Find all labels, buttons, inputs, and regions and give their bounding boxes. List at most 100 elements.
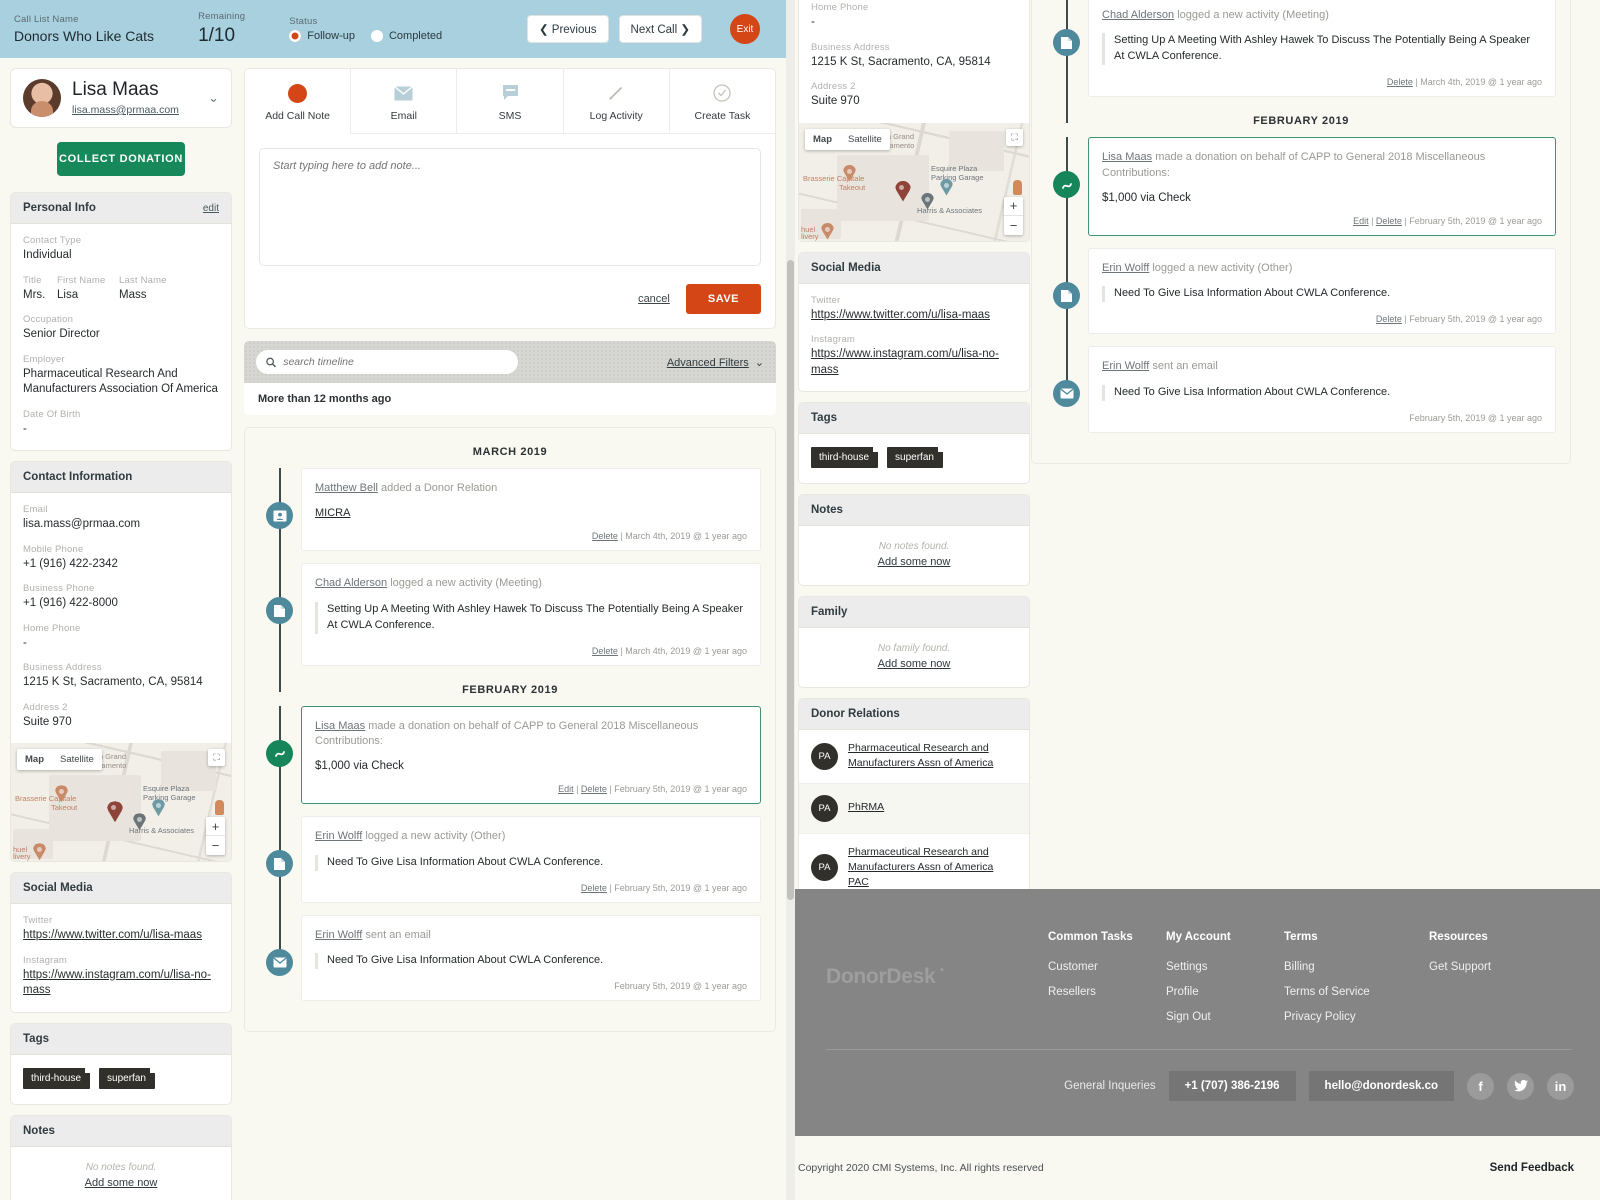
map-type-control[interactable]: Map Satellite (805, 128, 890, 150)
map-tab-satellite[interactable]: Satellite (52, 749, 102, 770)
timeline-delete-link[interactable]: Delete (1376, 216, 1402, 226)
footer-link-sign-out[interactable]: Sign Out (1166, 1011, 1284, 1023)
timeline-body: Need To Give Lisa Information About CWLA… (1102, 286, 1542, 303)
advanced-filters-toggle[interactable]: Advanced Filters ⌄ (667, 356, 764, 369)
timeline-actor[interactable]: Chad Alderson (1102, 9, 1174, 21)
timeline-actor[interactable]: Erin Wolff (315, 929, 362, 941)
footer-link-resellers[interactable]: Resellers (1048, 986, 1166, 998)
notes-empty-text: No notes found. (878, 541, 950, 553)
map-tab-satellite[interactable]: Satellite (840, 129, 890, 150)
relation-name-link[interactable]: PhRMA (848, 800, 884, 815)
timeline-actor[interactable]: Lisa Maas (1102, 151, 1152, 163)
map-tab-map[interactable]: Map (17, 749, 52, 770)
footer-link-privacy-policy[interactable]: Privacy Policy (1284, 1011, 1429, 1023)
contact-email-link[interactable]: lisa.mass@prmaa.com (72, 104, 179, 116)
search-timeline-field[interactable] (256, 350, 518, 374)
timeline-edit-link[interactable]: Edit (1353, 216, 1369, 226)
previous-button[interactable]: ❮ Previous (526, 15, 609, 43)
cancel-note-link[interactable]: cancel (638, 293, 670, 305)
footer-phone-button[interactable]: +1 (707) 386-2196 (1168, 1071, 1296, 1101)
map-zoom-out-button[interactable]: − (1004, 216, 1023, 235)
footer-heading: Resources (1429, 931, 1488, 943)
timeline-actor[interactable]: Matthew Bell (315, 482, 378, 494)
notes-add-link[interactable]: Add some now (85, 1177, 158, 1189)
send-feedback-link[interactable]: Send Feedback (1490, 1162, 1574, 1174)
timeline-actor[interactable]: Erin Wolff (1102, 262, 1149, 274)
instagram-link[interactable]: https://www.instagram.com/u/lisa-no-mass (811, 348, 999, 376)
relation-name-link[interactable]: Pharmaceutical Research and Manufacturer… (848, 845, 1017, 891)
donor-relation-row[interactable]: PA PhRMA (799, 783, 1029, 834)
twitter-link[interactable]: https://www.twitter.com/u/lisa-maas (23, 929, 202, 941)
exit-button[interactable]: Exit (730, 14, 760, 44)
timeline-body: Setting Up A Meeting With Ashley Hawek T… (1102, 33, 1542, 66)
social-media-title: Social Media (811, 261, 881, 274)
timeline-actor[interactable]: Chad Alderson (315, 577, 387, 589)
next-call-button[interactable]: Next Call ❯ (618, 15, 702, 43)
tab-log-activity[interactable]: Log Activity (563, 69, 670, 134)
facebook-icon[interactable]: f (1467, 1072, 1494, 1100)
chevron-down-icon[interactable]: ⌄ (208, 90, 219, 106)
donor-relation-row[interactable]: PA Pharmaceutical Research and Manufactu… (799, 730, 1029, 784)
status-radio-completed[interactable]: Completed (370, 30, 442, 42)
timeline-delete-link[interactable]: Delete (592, 646, 618, 656)
save-note-button[interactable]: SAVE (685, 284, 761, 314)
address-map[interactable]: iton Grand acramento Esquire Plaza Parki… (799, 122, 1029, 241)
timeline-relation-link[interactable]: MICRA (315, 507, 747, 519)
note-input[interactable] (259, 148, 761, 266)
tab-sms[interactable]: SMS (457, 69, 564, 134)
map-zoom-in-button[interactable]: + (1004, 197, 1023, 216)
instagram-link[interactable]: https://www.instagram.com/u/lisa-no-mass (23, 969, 211, 997)
address-map[interactable]: iton Grand acramento Esquire Plaza Parki… (11, 743, 231, 862)
map-zoom-in-button[interactable]: + (206, 817, 225, 837)
relation-name-link[interactable]: Pharmaceutical Research and Manufacturer… (848, 741, 1017, 771)
tag-chip[interactable]: third-house (811, 447, 879, 469)
tag-chip[interactable]: superfan (99, 1067, 155, 1089)
timeline-delete-link[interactable]: Delete (592, 531, 618, 541)
map-pegman-icon[interactable] (1013, 179, 1022, 195)
timeline-actor[interactable]: Erin Wolff (315, 830, 362, 842)
tag-chip[interactable]: superfan (887, 447, 943, 469)
timeline-delete-link[interactable]: Delete (1376, 314, 1402, 324)
notes-add-link[interactable]: Add some now (878, 556, 951, 568)
footer-link-customer[interactable]: Customer (1048, 961, 1166, 973)
map-fullscreen-icon[interactable]: ⛶ (1006, 128, 1023, 146)
tab-add-call-note[interactable]: Add Call Note (245, 69, 352, 134)
search-timeline-input[interactable] (283, 356, 508, 368)
family-add-link[interactable]: Add some now (878, 658, 951, 670)
vertical-scrollbar[interactable] (786, 0, 795, 1200)
map-zoom-out-button[interactable]: − (206, 836, 225, 855)
map-zoom-control[interactable]: + − (206, 817, 225, 856)
status-radio-followup[interactable]: Follow-up (289, 30, 355, 42)
map-pegman-icon[interactable] (215, 800, 224, 816)
footer-link-settings[interactable]: Settings (1166, 961, 1284, 973)
twitter-link[interactable]: https://www.twitter.com/u/lisa-maas (811, 309, 990, 321)
timeline-actor[interactable]: Erin Wolff (1102, 360, 1149, 372)
personal-info-edit-link[interactable]: edit (203, 203, 219, 214)
linkedin-icon[interactable]: in (1547, 1072, 1574, 1100)
tab-email[interactable]: Email (351, 69, 458, 134)
map-tab-map[interactable]: Map (805, 129, 840, 150)
footer-link-profile[interactable]: Profile (1166, 986, 1284, 998)
footer-link-billing[interactable]: Billing (1284, 961, 1429, 973)
collect-donation-button[interactable]: COLLECT DONATION (57, 142, 185, 176)
tab-create-task[interactable]: Create Task (669, 69, 776, 134)
timeline-actor[interactable]: Lisa Maas (315, 720, 365, 732)
footer-link-get-support[interactable]: Get Support (1429, 961, 1547, 973)
contact-profile-card[interactable]: Lisa Maas lisa.mass@prmaa.com ⌄ (10, 68, 232, 128)
map-fullscreen-icon[interactable]: ⛶ (208, 749, 225, 767)
scrollbar-thumb[interactable] (787, 260, 794, 900)
timeline-delete-link[interactable]: Delete (1387, 77, 1413, 87)
map-type-control[interactable]: Map Satellite (17, 749, 102, 771)
map-zoom-control[interactable]: + − (1004, 196, 1023, 235)
map-pin-icon (152, 799, 165, 816)
twitter-icon[interactable] (1507, 1072, 1534, 1100)
contact-type-value: Individual (23, 249, 72, 261)
timeline-delete-link[interactable]: Delete (581, 883, 607, 893)
timeline-delete-link[interactable]: Delete (581, 784, 607, 794)
tag-chip[interactable]: third-house (23, 1067, 91, 1089)
footer-email-button[interactable]: hello@donordesk.co (1308, 1071, 1454, 1101)
timeline-action: logged a new activity (Other) (1152, 262, 1293, 275)
home-phone-label: Home Phone (811, 2, 869, 13)
footer-link-terms-of-service[interactable]: Terms of Service (1284, 986, 1429, 998)
timeline-edit-link[interactable]: Edit (558, 784, 574, 794)
